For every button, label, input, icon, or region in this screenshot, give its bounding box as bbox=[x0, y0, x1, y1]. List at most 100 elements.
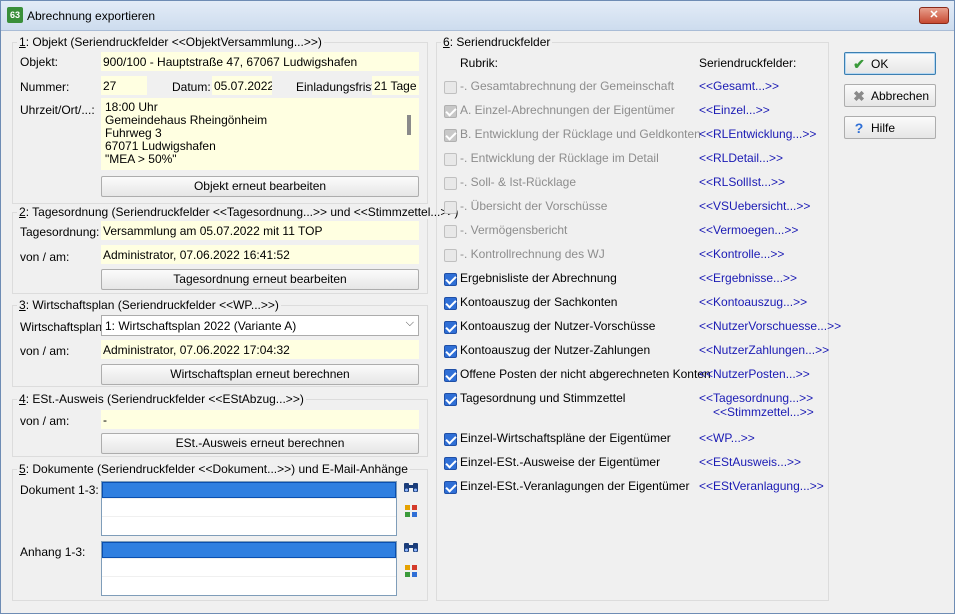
nummer-field[interactable]: 27 bbox=[101, 76, 147, 95]
objekt-bearbeiten-button[interactable]: Objekt erneut bearbeiten bbox=[101, 176, 419, 197]
title-bar: 63 Abrechnung exportieren ✕ bbox=[1, 1, 954, 31]
est-von-label: von / am: bbox=[20, 414, 70, 428]
wp-berechnen-button[interactable]: Wirtschaftsplan erneut berechnen bbox=[101, 364, 419, 385]
ok-button[interactable]: ✔ OK bbox=[844, 52, 936, 75]
seriendruck-field: <<Kontrolle...>> bbox=[699, 247, 785, 261]
rubrik-checkbox bbox=[444, 105, 457, 118]
rubrik-label: Einzel-Wirtschaftspläne der Eigentümer bbox=[460, 431, 671, 445]
rubrik-checkbox[interactable] bbox=[444, 273, 457, 286]
ok-label: OK bbox=[871, 57, 889, 71]
wirtschaftsplan-legend: 3: Wirtschaftsplan (Seriendruckfelder <<… bbox=[17, 298, 281, 312]
to-von-field[interactable]: Administrator, 07.06.2022 16:41:52 bbox=[101, 245, 419, 264]
list-item[interactable] bbox=[102, 576, 396, 594]
rubrik-checkbox[interactable] bbox=[444, 345, 457, 358]
list-item[interactable] bbox=[102, 498, 396, 516]
frist-field[interactable]: 21 Tage bbox=[372, 76, 419, 95]
seriendruck-field: <<Kontoauszug...>> bbox=[699, 295, 808, 309]
tagesordnung-legend: 2: Tagesordnung (Seriendruckfelder <<Tag… bbox=[17, 205, 461, 219]
dokumente-legend: 5: Dokumente (Seriendruckfelder <<Dokume… bbox=[17, 462, 410, 476]
wp-select[interactable]: 1: Wirtschaftsplan 2022 (Variante A) ⌵ bbox=[101, 315, 419, 336]
wp-von-field[interactable]: Administrator, 07.06.2022 17:04:32 bbox=[101, 340, 419, 359]
settings-grid-icon[interactable] bbox=[401, 564, 421, 584]
rubrik-label: -. Übersicht der Vorschüsse bbox=[460, 199, 608, 213]
abbrechen-label: Abbrechen bbox=[871, 89, 930, 103]
seriendruck-field: <<NutzerPosten...>> bbox=[699, 367, 810, 381]
help-icon: ? bbox=[854, 120, 864, 136]
rubrik-label: Kontoauszug der Nutzer-Zahlungen bbox=[460, 343, 651, 357]
rubrik-label: Kontoauszug der Sachkonten bbox=[460, 295, 618, 309]
seriendruck-legend: 6: Seriendruckfelder bbox=[441, 35, 553, 49]
list-item-selected[interactable] bbox=[102, 482, 396, 498]
seriendruck-field: <<Stimmzettel...>> bbox=[713, 405, 814, 419]
rubrik-label: Tagesordnung und Stimmzettel bbox=[460, 391, 626, 405]
rubrik-checkbox bbox=[444, 129, 457, 142]
rubrik-label: -. Gesamtabrechnung der Gemeinschaft bbox=[460, 79, 675, 93]
rubrik-label: B. Entwicklung der Rücklage und Geldkont… bbox=[460, 127, 701, 141]
rubrik-checkbox[interactable] bbox=[444, 457, 457, 470]
rubrik-label: Ergebnisliste der Abrechnung bbox=[460, 271, 617, 285]
seriendruck-field: <<VSUebersicht...>> bbox=[699, 199, 811, 213]
frist-label: Einladungsfrist: bbox=[296, 80, 379, 94]
seriendruck-field: <<Tagesordnung...>> bbox=[699, 391, 814, 405]
window-title: Abrechnung exportieren bbox=[27, 9, 156, 23]
objekt-field[interactable]: 900/100 - Hauptstraße 47, 67067 Ludwigsh… bbox=[101, 52, 419, 71]
list-item[interactable] bbox=[102, 558, 396, 576]
seriendruck-field: <<Gesamt...>> bbox=[699, 79, 780, 93]
rubrik-checkbox bbox=[444, 153, 457, 166]
rubrik-checkbox[interactable] bbox=[444, 297, 457, 310]
uhrzeit-label: Uhrzeit/Ort/...: bbox=[20, 103, 95, 117]
rubrik-checkbox[interactable] bbox=[444, 321, 457, 334]
dokument-list[interactable] bbox=[101, 481, 397, 536]
hilfe-button[interactable]: ? Hilfe bbox=[844, 116, 936, 139]
rubrik-checkbox[interactable] bbox=[444, 369, 457, 382]
est-berechnen-button[interactable]: ESt.-Ausweis erneut berechnen bbox=[101, 433, 419, 454]
rubrik-checkbox bbox=[444, 177, 457, 190]
binoculars-icon[interactable] bbox=[401, 480, 421, 500]
rubrik-checkbox bbox=[444, 201, 457, 214]
rubrik-label: -. Vermögensbericht bbox=[460, 223, 568, 237]
rubrik-checkbox bbox=[444, 225, 457, 238]
rubrik-label: -. Kontrollrechnung des WJ bbox=[460, 247, 605, 261]
rubrik-checkbox[interactable] bbox=[444, 393, 457, 406]
list-item-selected[interactable] bbox=[102, 542, 396, 558]
dokument-label: Dokument 1-3: bbox=[20, 483, 99, 497]
list-item[interactable] bbox=[102, 516, 396, 534]
scrollbar-thumb[interactable] bbox=[407, 115, 411, 135]
uhrzeit-textarea[interactable]: 18:00 Uhr Gemeindehaus Rheingönheim Fuhr… bbox=[101, 98, 419, 170]
rubrik-label: Einzel-ESt.-Veranlagungen der Eigentümer bbox=[460, 479, 690, 493]
seriendruck-field: <<RLEntwicklung...>> bbox=[699, 127, 817, 141]
seriendruck-field: <<EStVeranlagung...>> bbox=[699, 479, 824, 493]
rubrik-checkbox[interactable] bbox=[444, 481, 457, 494]
est-von-field[interactable]: - bbox=[101, 410, 419, 429]
seriendruck-field: <<NutzerZahlungen...>> bbox=[699, 343, 830, 357]
close-button[interactable]: ✕ bbox=[919, 7, 949, 24]
tagesordnung-bearbeiten-button[interactable]: Tagesordnung erneut bearbeiten bbox=[101, 269, 419, 290]
seriendruck-field: <<Einzel...>> bbox=[699, 103, 770, 117]
rubrik-checkbox bbox=[444, 249, 457, 262]
tagesordnung-label: Tagesordnung: bbox=[20, 225, 100, 239]
hilfe-label: Hilfe bbox=[871, 121, 896, 135]
rubrik-checkbox[interactable] bbox=[444, 433, 457, 446]
rubrik-label: Einzel-ESt.-Ausweise der Eigentümer bbox=[460, 455, 661, 469]
seriendruck-field: <<Ergebnisse...>> bbox=[699, 271, 798, 285]
datum-field[interactable]: 05.07.2022 bbox=[212, 76, 272, 95]
wp-label: Wirtschaftsplan: bbox=[20, 320, 106, 334]
anhang-list[interactable] bbox=[101, 541, 397, 596]
felder-header: Seriendruckfelder: bbox=[699, 56, 797, 70]
checkmark-icon: ✔ bbox=[853, 56, 865, 72]
seriendruck-field: <<RLSollIst...>> bbox=[699, 175, 786, 189]
seriendruck-field: <<RLDetail...>> bbox=[699, 151, 784, 165]
rubrik-header: Rubrik: bbox=[460, 56, 499, 70]
abbrechen-button[interactable]: ✖ Abbrechen bbox=[844, 84, 936, 107]
rubrik-label: -. Soll- & Ist-Rücklage bbox=[460, 175, 577, 189]
seriendruck-field: <<NutzerVorschuesse...>> bbox=[699, 319, 842, 333]
tagesordnung-field[interactable]: Versammlung am 05.07.2022 mit 11 TOP bbox=[101, 221, 419, 240]
binoculars-icon[interactable] bbox=[401, 540, 421, 560]
rubrik-label: A. Einzel-Abrechnungen der Eigentümer bbox=[460, 103, 675, 117]
settings-grid-icon[interactable] bbox=[401, 504, 421, 524]
wp-select-value: 1: Wirtschaftsplan 2022 (Variante A) bbox=[105, 319, 297, 333]
est-legend: 4: ESt.-Ausweis (Seriendruckfelder <<ESt… bbox=[17, 392, 306, 406]
seriendruck-field: <<EStAusweis...>> bbox=[699, 455, 802, 469]
to-von-label: von / am: bbox=[20, 250, 70, 264]
datum-label: Datum: bbox=[172, 80, 211, 94]
